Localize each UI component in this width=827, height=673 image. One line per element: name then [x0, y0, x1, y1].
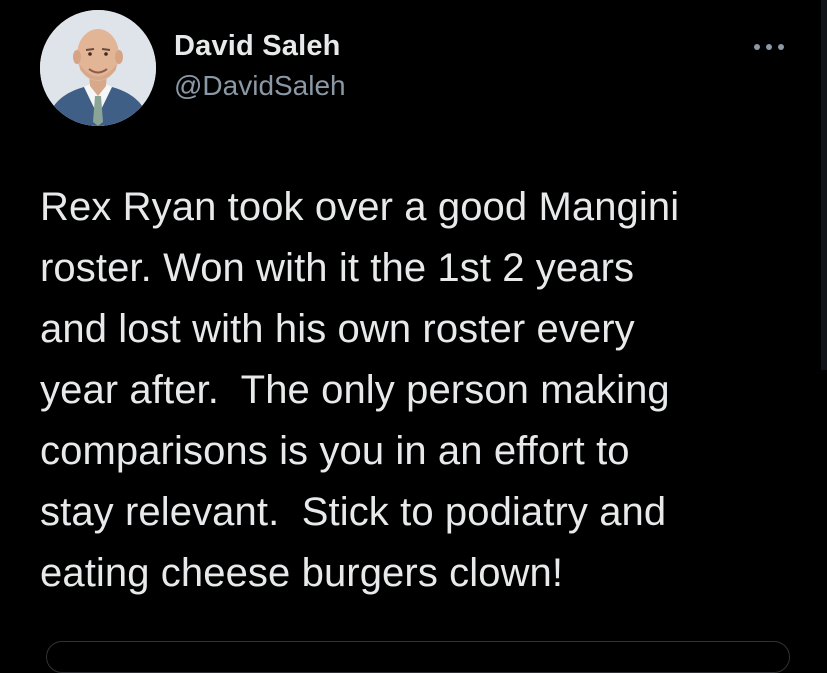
more-dots-icon: [754, 44, 784, 50]
more-options-button[interactable]: [748, 30, 790, 64]
author-display-name[interactable]: David Saleh: [174, 28, 346, 64]
tweet-text-line: roster. Won with it the 1st 2 years: [40, 246, 635, 290]
tweet: David Saleh @DavidSaleh Rex Ryan took ov…: [0, 0, 827, 673]
tweet-text-line: and lost with his own roster every: [40, 307, 635, 351]
profile-photo: [40, 10, 156, 126]
tweet-text-line: year after. The only person making: [40, 368, 670, 412]
tweet-text-line: stay relevant. Stick to podiatry and: [40, 490, 667, 534]
avatar[interactable]: [40, 10, 156, 126]
embedded-card-edge[interactable]: [46, 641, 790, 673]
tweet-text-line: eating cheese burgers clown!: [40, 551, 564, 595]
author-handle[interactable]: @DavidSaleh: [174, 68, 346, 104]
scrollbar-edge: [821, 0, 827, 370]
tweet-text-line: Rex Ryan took over a good Mangini: [40, 185, 680, 229]
tweet-text-line: comparisons is you in an effort to: [40, 429, 630, 473]
author-info: David Saleh @DavidSaleh: [174, 28, 346, 104]
tweet-text: Rex Ryan took over a good Mangini roster…: [40, 177, 800, 604]
